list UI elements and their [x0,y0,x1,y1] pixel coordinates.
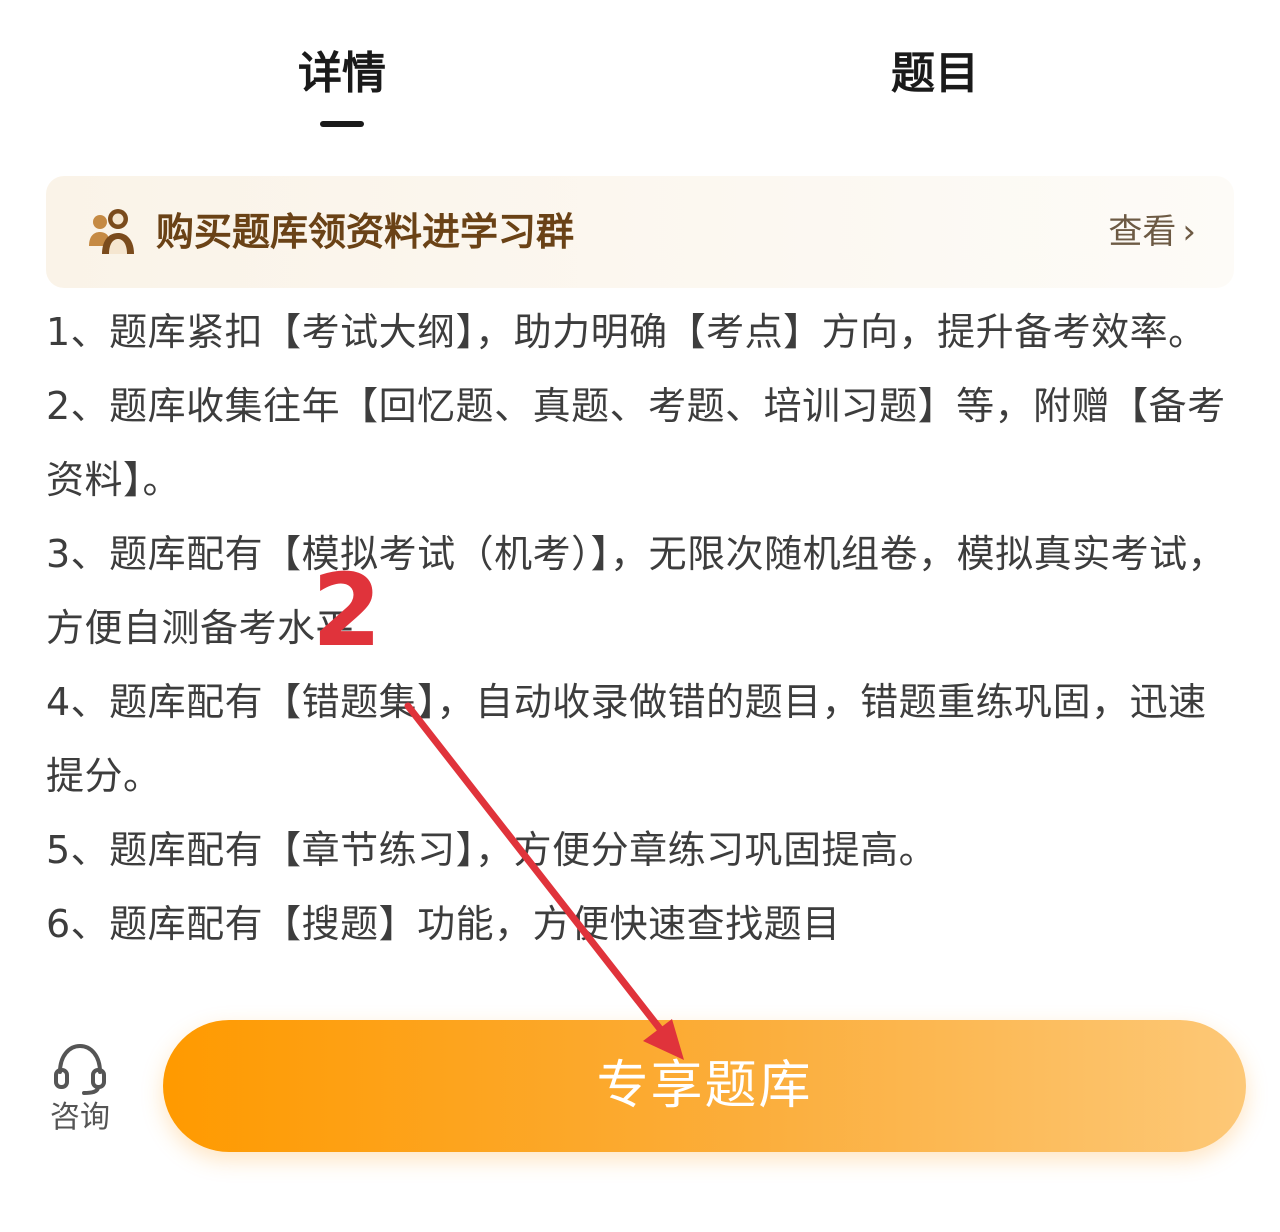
consult-label: 咨询 [50,1100,110,1135]
bottom-action-bar: 咨询 专享题库 [0,995,1280,1232]
banner-title: 购买题库领资料进学习群 [156,210,575,254]
description-paragraph: 5、题库配有【章节练习】，方便分章练习巩固提高。 [46,828,938,872]
description-paragraph: 3、题库配有【模拟考试（机考）】，无限次随机组卷，模拟真实考试，方便自测备考水平 [46,532,1227,650]
banner-view-label: 查看 [1108,212,1177,252]
description-paragraph: 4、题库配有【错题集】，自动收录做错的题目，错题重练巩固，迅速提分。 [46,680,1207,798]
description-paragraph: 1、题库紧扣【考试大纲】，助力明确【考点】方向，提升备考效率。 [46,310,1207,354]
annotation-step-number: 2 [312,552,382,669]
exclusive-question-bank-button[interactable]: 专享题库 [163,1020,1246,1152]
consult-button[interactable]: 咨询 [40,1040,120,1150]
group-users-icon [89,209,134,254]
tab-details[interactable]: 详情 [262,44,422,104]
headset-icon [54,1043,106,1095]
tab-bar: 详情 题目 [0,0,1280,150]
description-paragraph: 6、题库配有【搜题】功能，方便快速查找题目 [46,902,841,946]
description-text: 1、题库紧扣【考试大纲】，助力明确【考点】方向，提升备考效率。 2、题库收集往年… [46,295,1236,995]
study-group-banner[interactable]: 购买题库领资料进学习群 查看 › [46,176,1234,288]
description-paragraph: 2、题库收集往年【回忆题、真题、考题、培训习题】等，附赠【备考资料】。 [46,384,1226,502]
active-tab-indicator [320,121,364,127]
banner-view-link[interactable]: 查看 › [1108,206,1196,258]
tab-questions[interactable]: 题目 [855,44,1015,104]
chevron-right-icon: › [1182,212,1196,252]
cta-label: 专享题库 [596,1056,813,1116]
